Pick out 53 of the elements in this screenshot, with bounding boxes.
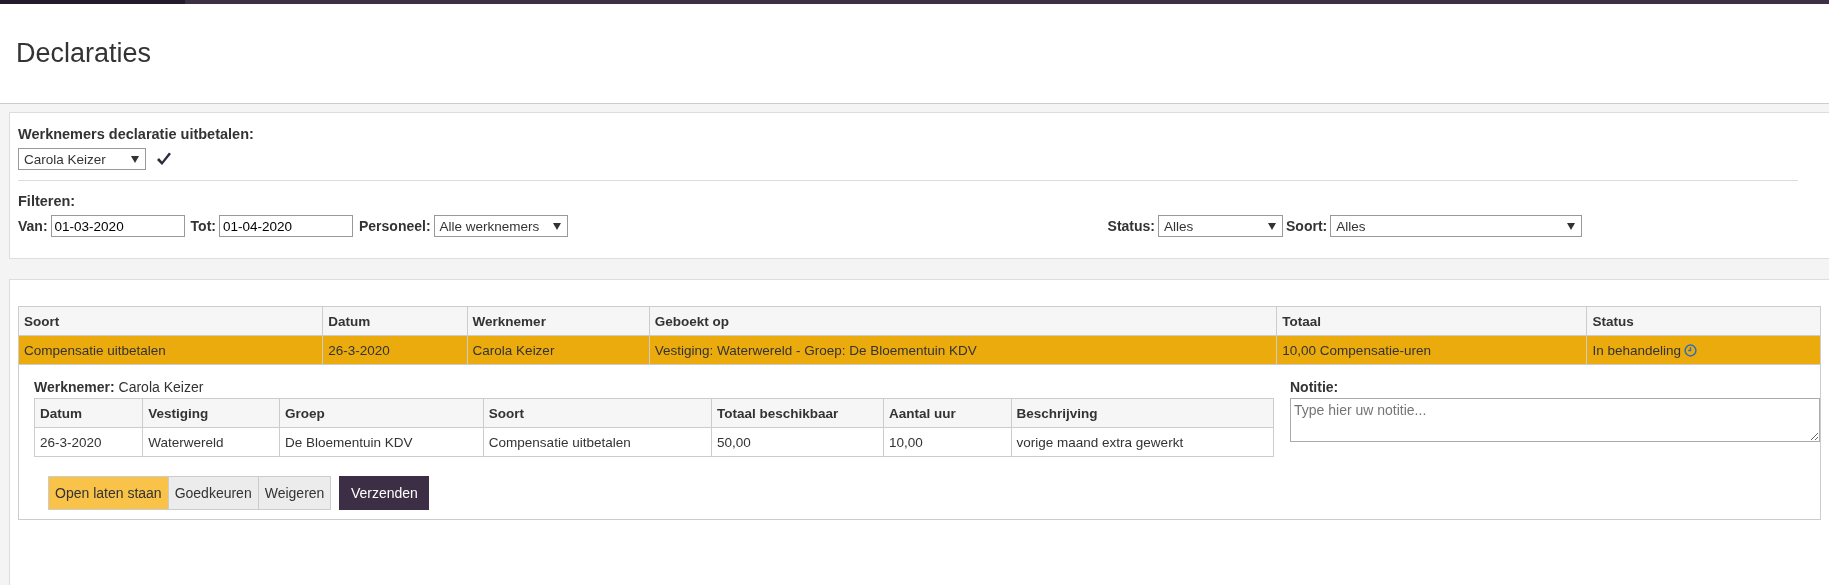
column-header: Geboekt op (649, 307, 1277, 336)
column-header: Aantal uur (883, 398, 1012, 428)
date-field[interactable]: 01-03-2020 (50, 215, 185, 237)
column-header: Werknemer (467, 307, 650, 336)
section-label: Werknemers declaratie uitbetalen: (18, 126, 255, 142)
table-cell: Waterwereld (142, 427, 280, 457)
note-field[interactable]: Type hier uw notitie... (1290, 398, 1820, 442)
decision-button[interactable]: Open laten staan (48, 476, 169, 510)
column-header: Totaal (1276, 307, 1587, 336)
column-header: Groep (279, 398, 484, 428)
table-cell: 10,00 (883, 427, 1012, 457)
column-header: Status (1586, 307, 1820, 336)
employee-label: Werknemer: Carola Keizer (34, 379, 205, 395)
caret-icon (131, 155, 139, 163)
decision-button[interactable]: Weigeren (257, 476, 332, 510)
table-cell: 50,00 (711, 427, 884, 457)
table-cell: Vestiging: Waterwereld - Groep: De Bloementuin KDV (649, 335, 1277, 365)
column-header: Beschrijving (1011, 398, 1274, 428)
caret-icon (1567, 222, 1576, 230)
caret-icon (1268, 222, 1276, 230)
table-cell: In behandeling (1586, 335, 1820, 365)
page-title: Declaraties (16, 38, 152, 69)
send-button[interactable]: Verzenden (339, 476, 430, 510)
field-label: Tot: (190, 218, 216, 234)
column-header: Datum (34, 398, 143, 428)
note-label: Notitie: (1290, 379, 1340, 395)
column-header: Totaal beschikbaar (711, 398, 884, 428)
table-cell: 26-3-2020 (34, 427, 143, 457)
check-icon[interactable] (156, 152, 172, 166)
field-label: Soort: (1286, 218, 1328, 234)
column-header: Datum (322, 307, 468, 336)
field-label: Status: (1107, 218, 1155, 234)
table-cell: 26-3-2020 (322, 335, 468, 365)
type-select[interactable]: Alles (1330, 215, 1583, 237)
caret-icon (552, 222, 561, 230)
employee-select[interactable]: Carola Keizer (18, 148, 146, 170)
column-header: Soort (19, 307, 323, 336)
table-cell: Compensatie uitbetalen (483, 427, 712, 457)
decision-button[interactable]: Goedkeuren (167, 476, 259, 510)
table-cell: De Bloementuin KDV (279, 427, 484, 457)
staff-select[interactable]: Alle werknemers (433, 215, 568, 237)
column-header: Soort (483, 398, 712, 428)
table-cell: vorige maand extra gewerkt (1011, 427, 1274, 457)
table-cell: Compensatie uitbetalen (19, 335, 323, 365)
table-cell: 10,00 Compensatie-uren (1276, 335, 1587, 365)
field-label: Personeel: (358, 218, 431, 234)
field-label: Van: (18, 218, 48, 234)
clock-icon (1684, 343, 1698, 357)
date-field[interactable]: 01-04-2020 (218, 215, 353, 237)
column-header: Vestiging (142, 398, 280, 428)
section-label: Filteren: (18, 193, 77, 209)
table-cell: Carola Keizer (467, 335, 650, 365)
status-select[interactable]: Alles (1158, 215, 1283, 237)
